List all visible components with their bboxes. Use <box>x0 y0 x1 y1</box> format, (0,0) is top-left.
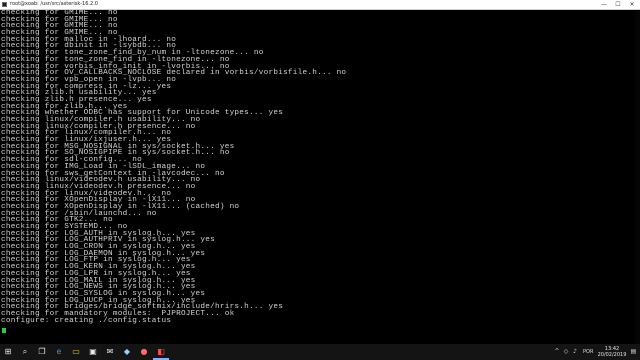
taskbar: ⊞ ⌕ ❐ e ▭ ▣ ✉ ◆ ● ◧ ^ ◇ ♪ POR 13:42 20/0… <box>0 344 640 360</box>
pinned-app-icon[interactable]: ◆ <box>119 344 135 360</box>
desktop-screen: root@xoab: /usr/src/asterisk-16.2.0 — ☐ … <box>0 0 640 360</box>
pinned-app-icon[interactable]: ● <box>136 344 152 360</box>
maximize-button[interactable]: ☐ <box>611 0 625 9</box>
minimize-button[interactable]: — <box>597 0 611 9</box>
window-title: root@xoab: /usr/src/asterisk-16.2.0 <box>10 1 98 7</box>
task-view-icon[interactable]: ❐ <box>34 344 50 360</box>
store-icon[interactable]: ▣ <box>85 344 101 360</box>
terminal-output[interactable]: checking for GMIME... no checking for GMI… <box>0 10 640 344</box>
chevron-up-icon[interactable]: ^ <box>553 348 561 356</box>
clock-date: 20/02/2019 <box>597 352 627 358</box>
mail-icon[interactable]: ✉ <box>102 344 118 360</box>
network-icon[interactable]: ◇ <box>562 348 570 356</box>
file-explorer-icon[interactable]: ▭ <box>68 344 84 360</box>
terminal-icon <box>2 2 7 7</box>
language-indicator[interactable]: POR <box>583 344 593 360</box>
start-button[interactable]: ⊞ <box>0 344 16 360</box>
close-button[interactable]: ✕ <box>625 0 639 9</box>
search-icon[interactable]: ⌕ <box>17 344 33 360</box>
terminal-line: configure: creating ./config.status <box>1 316 172 325</box>
window-titlebar[interactable]: root@xoab: /usr/src/asterisk-16.2.0 — ☐ … <box>0 0 640 10</box>
volume-icon[interactable]: ♪ <box>571 348 579 356</box>
terminal-lines: checking for GMIME... no checking for GMI… <box>1 10 346 324</box>
terminal-cursor <box>2 328 6 333</box>
notifications-icon[interactable]: ▤ <box>630 348 637 356</box>
scrollbar[interactable] <box>635 10 640 344</box>
system-clock[interactable]: 13:42 20/02/2019 <box>597 346 627 358</box>
edge-browser-icon[interactable]: e <box>51 344 67 360</box>
